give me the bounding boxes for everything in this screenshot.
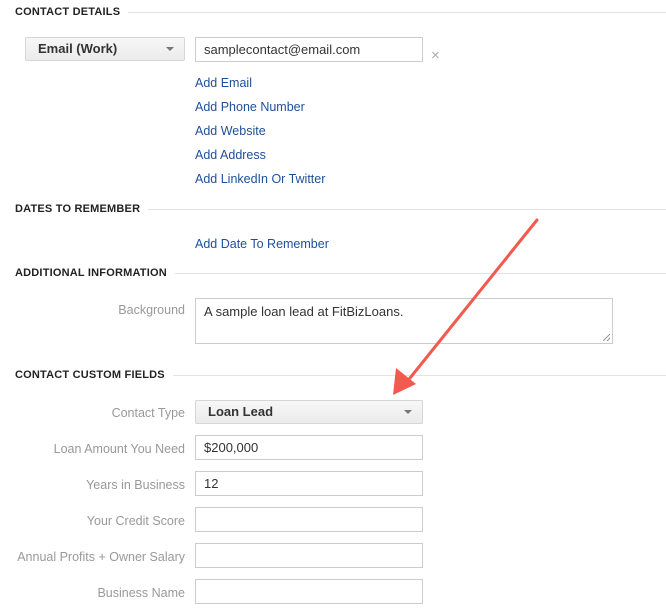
- section-title-contact-custom-fields: CONTACT CUSTOM FIELDS: [15, 369, 173, 381]
- background-value: A sample loan lead at FitBizLoans.: [204, 304, 404, 319]
- contact-type-value: Loan Lead: [208, 404, 274, 419]
- years-in-business-field[interactable]: 12: [195, 471, 423, 496]
- close-icon[interactable]: ×: [431, 47, 440, 64]
- years-in-business-label: Years in Business: [86, 478, 185, 492]
- email-field[interactable]: samplecontact@email.com: [195, 37, 423, 62]
- section-title-contact-details: CONTACT DETAILS: [15, 6, 129, 18]
- resize-handle-icon[interactable]: [603, 334, 610, 341]
- email-type-value: Email (Work): [38, 41, 118, 56]
- chevron-down-icon: [404, 410, 412, 414]
- contact-type-label: Contact Type: [111, 406, 185, 420]
- contact-type-select[interactable]: Loan Lead: [195, 400, 423, 424]
- annual-profits-label: Annual Profits + Owner Salary: [17, 550, 185, 564]
- loan-amount-label: Loan Amount You Need: [53, 442, 185, 456]
- business-name-label: Business Name: [97, 586, 185, 600]
- add-linkedin-twitter-link[interactable]: Add LinkedIn Or Twitter: [195, 172, 325, 186]
- credit-score-field[interactable]: [195, 507, 423, 532]
- add-date-link[interactable]: Add Date To Remember: [195, 237, 329, 251]
- add-email-link[interactable]: Add Email: [195, 76, 252, 90]
- section-title-additional-information: ADDITIONAL INFORMATION: [15, 267, 175, 279]
- background-textarea[interactable]: A sample loan lead at FitBizLoans.: [195, 298, 613, 344]
- chevron-down-icon: [166, 47, 174, 51]
- section-title-dates-to-remember: DATES TO REMEMBER: [15, 203, 149, 215]
- add-phone-number-link[interactable]: Add Phone Number: [195, 100, 305, 114]
- annual-profits-field[interactable]: [195, 543, 423, 568]
- add-address-link[interactable]: Add Address: [195, 148, 266, 162]
- add-website-link[interactable]: Add Website: [195, 124, 266, 138]
- business-name-field[interactable]: [195, 579, 423, 604]
- email-type-select[interactable]: Email (Work): [25, 37, 185, 61]
- loan-amount-field[interactable]: $200,000: [195, 435, 423, 460]
- credit-score-label: Your Credit Score: [86, 514, 185, 528]
- background-label: Background: [118, 303, 185, 317]
